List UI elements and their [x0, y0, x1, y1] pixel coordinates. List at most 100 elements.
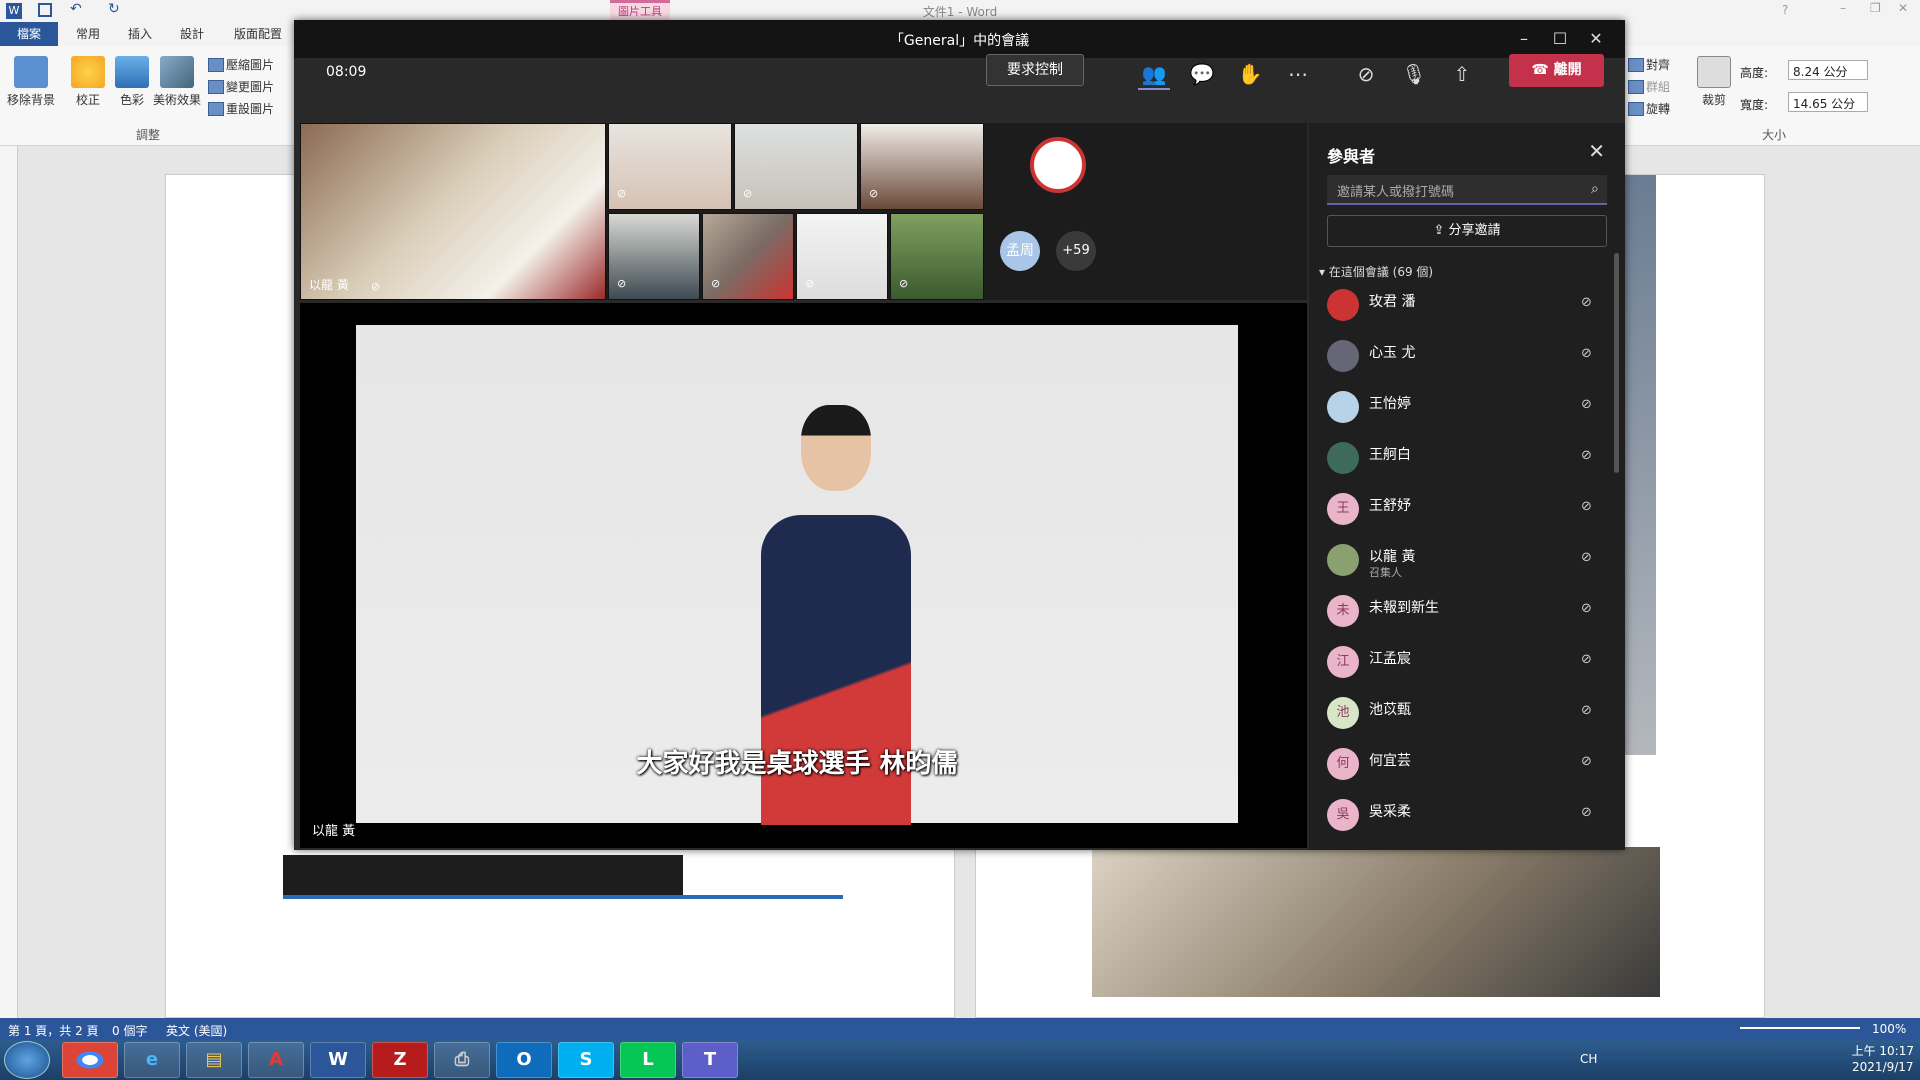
- participant-row[interactable]: 吳吳采柔 ⊘: [1327, 793, 1607, 837]
- mic-muted-icon: ⊘: [617, 187, 627, 200]
- participant-row[interactable]: 王舸白 ⊘: [1327, 436, 1607, 480]
- height-field[interactable]: 8.24 公分: [1788, 60, 1868, 80]
- mic-muted-icon[interactable]: ⊘: [1581, 805, 1592, 820]
- share-screen-icon[interactable]: ⇧: [1446, 58, 1478, 90]
- pdf-icon[interactable]: A: [248, 1042, 304, 1078]
- tab-file[interactable]: 檔案: [0, 22, 58, 46]
- mic-muted-icon[interactable]: ⊘: [1581, 448, 1592, 463]
- participant-row[interactable]: 江江孟宸 ⊘: [1327, 640, 1607, 684]
- align-button[interactable]: 對齊: [1628, 56, 1670, 73]
- participant-row[interactable]: 王王舒妤 ⊘: [1327, 487, 1607, 531]
- panel-close-icon[interactable]: ✕: [1588, 139, 1605, 163]
- page-count[interactable]: 第 1 頁，共 2 頁: [8, 1022, 99, 1039]
- outlook-icon[interactable]: O: [496, 1042, 552, 1078]
- video-tile[interactable]: ⊘: [702, 213, 794, 300]
- embedded-photo[interactable]: [1092, 847, 1660, 997]
- word-taskbar-icon[interactable]: W: [310, 1042, 366, 1078]
- clock[interactable]: 上午 10:17 2021/9/17: [1852, 1043, 1914, 1075]
- group-button[interactable]: 群組: [1628, 78, 1670, 95]
- help-icon[interactable]: ?: [1782, 3, 1788, 17]
- participant-row[interactable]: 未未報到新生 ⊘: [1327, 589, 1607, 633]
- explorer-icon[interactable]: ▤: [186, 1042, 242, 1078]
- maximize-icon[interactable]: ☐: [1547, 26, 1573, 52]
- width-field[interactable]: 14.65 公分: [1788, 92, 1868, 112]
- mic-muted-icon[interactable]: ⊘: [1581, 397, 1592, 412]
- word-minimize-icon[interactable]: –: [1840, 1, 1846, 15]
- more-participants-badge[interactable]: +59: [1056, 231, 1096, 271]
- remove-background-button[interactable]: 移除背景: [4, 56, 58, 108]
- tab-insert[interactable]: 插入: [128, 25, 152, 42]
- people-icon[interactable]: 👥: [1138, 58, 1170, 90]
- participant-avatar-logo[interactable]: [1030, 137, 1086, 193]
- shared-video[interactable]: 大家好我是桌球選手 林昀儒: [356, 325, 1238, 825]
- color-icon: [115, 56, 149, 88]
- word-count[interactable]: 0 個字: [112, 1022, 147, 1039]
- hang-up-icon: ☎: [1531, 62, 1554, 78]
- chrome-icon[interactable]: [62, 1042, 118, 1078]
- in-meeting-section-header[interactable]: ▾ 在這個會議 (69 個): [1319, 263, 1433, 280]
- rotate-button[interactable]: 旋轉: [1628, 100, 1670, 117]
- tab-design[interactable]: 設計: [180, 25, 204, 42]
- tab-home[interactable]: 常用: [76, 25, 100, 42]
- participant-row[interactable]: 池池苡甄 ⊘: [1327, 691, 1607, 735]
- mic-muted-icon[interactable]: ⊘: [1581, 601, 1592, 616]
- camera-off-icon[interactable]: ⊘: [1350, 58, 1382, 90]
- participant-row[interactable]: 以龍 黃召集人 ⊘: [1327, 538, 1607, 582]
- participant-row[interactable]: 何何宜芸 ⊘: [1327, 742, 1607, 786]
- mic-muted-icon[interactable]: ⊘: [1581, 703, 1592, 718]
- word-restore-icon[interactable]: ❐: [1870, 1, 1881, 15]
- skype-icon[interactable]: S: [558, 1042, 614, 1078]
- language-status[interactable]: 英文 (美國): [166, 1022, 227, 1039]
- video-tile-main[interactable]: 以龍 黃 ⊘: [300, 123, 606, 300]
- mic-off-icon[interactable]: 🎙: [1398, 58, 1430, 90]
- video-tile[interactable]: ⊘: [608, 123, 732, 210]
- request-control-button[interactable]: 要求控制: [986, 54, 1084, 86]
- start-button[interactable]: [4, 1041, 50, 1079]
- mic-muted-icon[interactable]: ⊘: [1581, 295, 1592, 310]
- participant-row[interactable]: 心玉 尤 ⊘: [1327, 334, 1607, 378]
- artistic-effects-button[interactable]: 美術效果: [150, 56, 204, 108]
- participant-row[interactable]: 玫君 潘 ⊘: [1327, 283, 1607, 327]
- change-picture-button[interactable]: 變更圖片: [208, 78, 274, 95]
- minimize-icon[interactable]: –: [1511, 26, 1537, 52]
- mic-muted-icon[interactable]: ⊘: [1581, 652, 1592, 667]
- mic-muted-icon[interactable]: ⊘: [1581, 550, 1592, 565]
- input-language[interactable]: CH: [1580, 1052, 1597, 1066]
- compress-pictures-button[interactable]: 壓縮圖片: [208, 56, 274, 73]
- mic-muted-icon[interactable]: ⊘: [1581, 754, 1592, 769]
- document-title: 文件1 - Word: [922, 5, 998, 19]
- share-invite-button[interactable]: ⇪ 分享邀請: [1327, 215, 1607, 247]
- avatar[interactable]: 孟周: [1000, 231, 1040, 271]
- filezilla-icon[interactable]: Z: [372, 1042, 428, 1078]
- reactions-icon[interactable]: ✋: [1234, 58, 1266, 90]
- leave-button[interactable]: ☎ 離開: [1509, 54, 1604, 87]
- video-tile[interactable]: ⊘: [890, 213, 984, 300]
- teams-taskbar-icon[interactable]: T: [682, 1042, 738, 1078]
- zoom-slider[interactable]: [1740, 1027, 1860, 1029]
- video-tile[interactable]: ⊘: [608, 213, 700, 300]
- tab-layout[interactable]: 版面配置: [234, 25, 282, 42]
- search-icon[interactable]: ⌕: [1591, 181, 1599, 197]
- chat-icon[interactable]: 💬: [1186, 58, 1218, 90]
- embedded-screenshot[interactable]: [283, 855, 683, 895]
- participant-row[interactable]: 王怡婷 ⊘: [1327, 385, 1607, 429]
- color-button[interactable]: 色彩: [112, 56, 152, 108]
- invite-search-input[interactable]: 邀請某人或撥打號碼: [1327, 175, 1607, 205]
- crop-button[interactable]: 裁剪: [1694, 56, 1734, 108]
- video-tile[interactable]: ⊘: [796, 213, 888, 300]
- line-icon[interactable]: L: [620, 1042, 676, 1078]
- reset-picture-button[interactable]: 重設圖片: [208, 100, 274, 117]
- corrections-button[interactable]: 校正: [68, 56, 108, 108]
- close-icon[interactable]: ✕: [1583, 26, 1609, 52]
- printer-icon[interactable]: ⎙: [434, 1042, 490, 1078]
- word-close-icon[interactable]: ✕: [1898, 1, 1908, 15]
- participant-name: 王舸白: [1369, 447, 1411, 463]
- ie-icon[interactable]: e: [124, 1042, 180, 1078]
- more-actions-icon[interactable]: ⋯: [1282, 58, 1314, 90]
- mic-muted-icon[interactable]: ⊘: [1581, 346, 1592, 361]
- participants-scrollbar[interactable]: [1614, 253, 1619, 473]
- zoom-level[interactable]: 100%: [1872, 1022, 1906, 1036]
- video-tile[interactable]: ⊘: [734, 123, 858, 210]
- mic-muted-icon[interactable]: ⊘: [1581, 499, 1592, 514]
- video-tile[interactable]: ⊘: [860, 123, 984, 210]
